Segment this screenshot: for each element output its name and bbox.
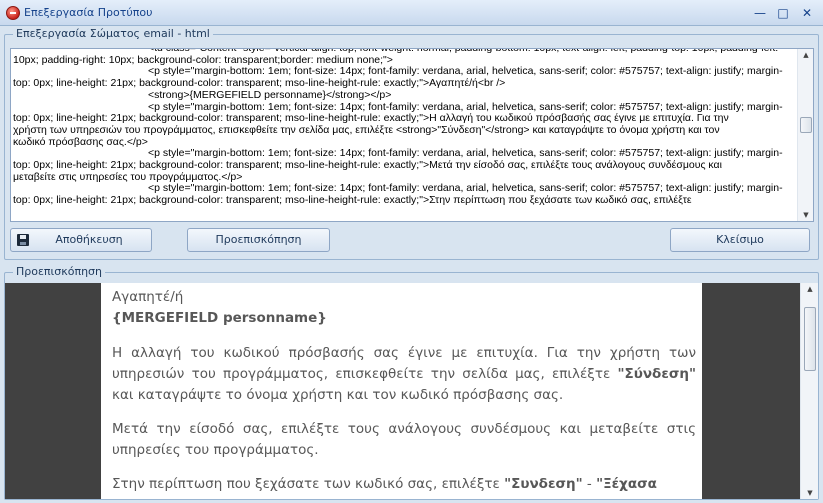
scroll-down-icon[interactable]: ▼ — [805, 489, 815, 497]
login-bold-text-2: "Συνδεση" — [504, 476, 583, 492]
code-line[interactable]: top: 0px; line-height: 21px; background-… — [13, 77, 793, 90]
preview-scrollbar[interactable]: ▲ ▼ — [800, 283, 818, 499]
scroll-thumb[interactable] — [804, 307, 816, 371]
paragraph-3: Στην περίπτωση που ξεχάσατε των κωδικό σ… — [112, 474, 696, 495]
maximize-icon[interactable]: □ — [774, 4, 792, 22]
preview-button[interactable]: Προεπισκόπηση — [187, 228, 330, 252]
scroll-thumb[interactable] — [800, 117, 812, 133]
code-line[interactable]: χρήστη των υπηρεσιών του προγράμματος, ε… — [13, 124, 793, 137]
floppy-disk-icon — [17, 234, 29, 246]
login-bold-text: "Σύνδεση" — [617, 366, 696, 382]
code-line[interactable]: top: 0px; line-height: 21px; background-… — [13, 194, 793, 207]
paragraph-3-dash: - — [582, 476, 597, 492]
window-title: Επεξεργασία Προτύπου — [24, 6, 153, 19]
scroll-up-icon[interactable]: ▲ — [801, 51, 811, 59]
paragraph-1: Η αλλαγή του κωδικού πρόσβασής σας έγινε… — [112, 343, 696, 406]
forgot-bold-text: "Ξέχασα — [596, 476, 657, 492]
paragraph-3-text: Στην περίπτωση που ξεχάσατε των κωδικό σ… — [112, 476, 505, 492]
preview-button-label: Προεπισκόπηση — [215, 233, 302, 246]
paragraph-1-text: Η αλλαγή του κωδικού πρόσβασής σας έγινε… — [112, 345, 696, 382]
scroll-down-icon[interactable]: ▼ — [801, 211, 811, 219]
code-line[interactable]: <strong>{MERGEFIELD personname}</strong>… — [13, 89, 793, 102]
title-bar: Επεξεργασία Προτύπου — □ ✕ — [0, 0, 823, 26]
editor-group-title: Επεξεργασία Σώματος email - html — [13, 27, 213, 40]
html-code-editor[interactable]: <td class="Content" style="vertical-alig… — [10, 48, 814, 222]
email-preview-page: Αγαπητέ/ή {MERGEFIELD personname} Η αλλα… — [101, 283, 702, 499]
close-button[interactable]: Κλείσιμο — [670, 228, 810, 252]
save-button-label: Αποθήκευση — [55, 233, 123, 246]
html-body-editor-group: Επεξεργασία Σώματος email - html <td cla… — [4, 27, 819, 260]
minimize-icon[interactable]: — — [751, 4, 769, 22]
editor-scrollbar[interactable]: ▲ ▼ — [797, 49, 813, 221]
close-button-label: Κλείσιμο — [716, 233, 764, 246]
splitter-handle[interactable]: ...... — [400, 261, 420, 264]
app-icon — [6, 6, 20, 20]
preview-group: Προεπισκόπηση Αγαπητέ/ή {MERGEFIELD pers… — [4, 265, 819, 500]
html-code-text[interactable]: <td class="Content" style="vertical-alig… — [13, 49, 793, 207]
paragraph-1-text-end: και καταγράψτε το όνομα χρήστη και τον κ… — [112, 387, 564, 403]
preview-pane: Αγαπητέ/ή {MERGEFIELD personname} Η αλλα… — [5, 283, 818, 499]
paragraph-2: Μετά την είσοδό σας, επιλέξτε τους ανάλο… — [112, 421, 696, 458]
preview-group-title: Προεπισκόπηση — [13, 265, 105, 278]
greeting-text: Αγαπητέ/ή — [112, 289, 184, 305]
close-icon[interactable]: ✕ — [798, 4, 816, 22]
merge-field-text: {MERGEFIELD personname} — [112, 310, 327, 326]
email-preview-content: Αγαπητέ/ή {MERGEFIELD personname} Η αλλα… — [112, 287, 696, 499]
save-button[interactable]: Αποθήκευση — [10, 228, 152, 252]
code-line[interactable]: top: 0px; line-height: 21px; background-… — [13, 159, 793, 172]
scroll-up-icon[interactable]: ▲ — [805, 285, 815, 293]
